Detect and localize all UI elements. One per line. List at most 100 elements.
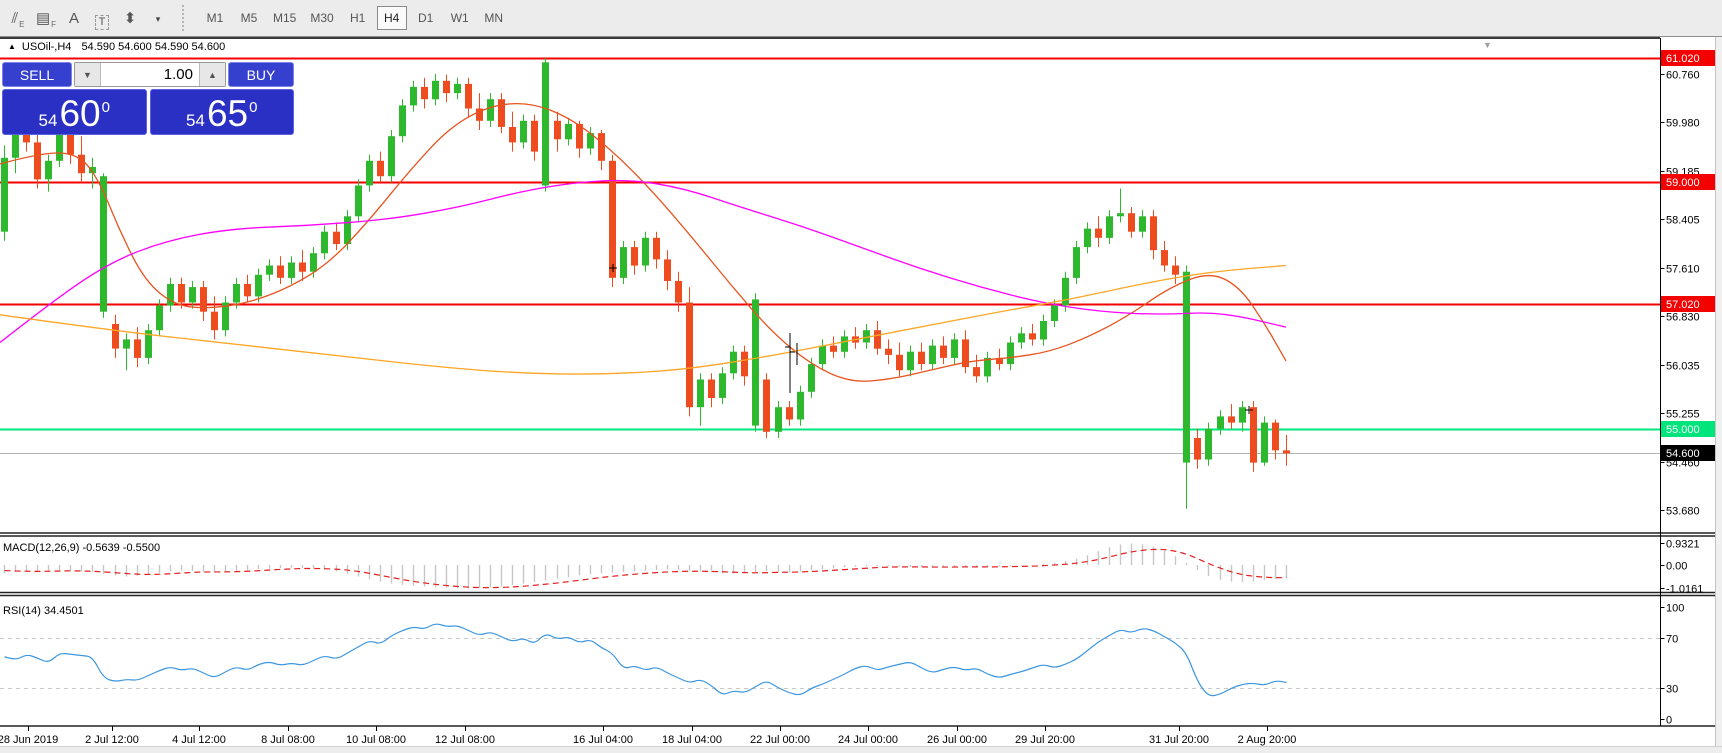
volume-decrease-button[interactable]: ▼: [75, 63, 101, 86]
arrows-dropdown-caret-icon[interactable]: ▾: [145, 6, 171, 30]
rsi-label: RSI(14) 34.4501: [3, 605, 84, 617]
candle: [1239, 401, 1246, 432]
collapse-triangle-icon[interactable]: ▲: [8, 42, 16, 51]
candle: [664, 250, 671, 290]
time-axis-label: 2 Aug 20:00: [1238, 734, 1297, 746]
candle-body: [786, 407, 793, 419]
candle: [1283, 435, 1290, 466]
fibonacci-tool-icon[interactable]: ▤F: [33, 6, 59, 30]
macd-tick-label: 0.9321: [1666, 539, 1700, 551]
candle-body: [1250, 407, 1257, 462]
candle-body: [752, 299, 759, 425]
candle: [962, 330, 969, 373]
buy-button[interactable]: BUY: [228, 62, 294, 87]
arrows-tool-icon: ⬍: [124, 8, 137, 30]
candle-body: [509, 127, 516, 142]
timeframe-button-m5[interactable]: M5: [234, 6, 264, 30]
trade-prices-row: 54 60 0 54 65 0: [2, 89, 294, 135]
candle: [1018, 327, 1025, 349]
ellipse-tool-icon[interactable]: ⫽E: [5, 6, 31, 30]
vertical-scrollbar[interactable]: [1715, 37, 1722, 746]
timeframe-button-mn[interactable]: MN: [479, 6, 509, 30]
candle-body: [277, 266, 284, 278]
candle-body: [642, 238, 649, 266]
timeframe-button-d1[interactable]: D1: [411, 6, 441, 30]
candle: [797, 386, 804, 426]
candle-body: [498, 99, 505, 127]
timeframe-button-h4[interactable]: H4: [377, 6, 407, 30]
price-level-badge-text: 59.000: [1666, 177, 1700, 189]
candle: [1095, 216, 1102, 247]
timeframe-button-m15[interactable]: M15: [268, 6, 301, 30]
candle: [929, 339, 936, 370]
timeframe-button-m30[interactable]: M30: [305, 6, 338, 30]
candle-body: [355, 186, 362, 217]
candle-body: [1283, 450, 1290, 453]
candle-body: [808, 364, 815, 392]
candle: [1217, 410, 1224, 435]
candle: [366, 155, 373, 192]
buy-price-prefix: 54: [186, 111, 205, 131]
candle: [432, 74, 439, 105]
sell-price-button[interactable]: 54 60 0: [2, 89, 147, 135]
candle: [1161, 241, 1168, 272]
macd-histogram: [5, 544, 1287, 589]
toolbar-separator[interactable]: [182, 5, 192, 31]
chart-annotations: [609, 264, 1253, 414]
time-axis-label: 8 Jul 08:00: [261, 734, 315, 746]
sell-price-pip: 0: [102, 101, 110, 115]
candle: [1029, 324, 1036, 346]
candle: [708, 373, 715, 407]
candle: [34, 127, 41, 189]
time-axis-label: 31 Jul 20:00: [1149, 734, 1209, 746]
candle: [565, 118, 572, 146]
candle: [1084, 222, 1091, 253]
macd-label: MACD(12,26,9) -0.5639 -0.5500: [3, 542, 160, 554]
candle: [200, 281, 207, 321]
candle-body: [344, 216, 351, 244]
arrows-tool-icon[interactable]: ⬍: [117, 6, 143, 30]
timeframe-button-h1[interactable]: H1: [343, 6, 373, 30]
candle-body: [1073, 247, 1080, 278]
fibonacci-tool-icon-sub: F: [51, 20, 56, 30]
candle: [498, 93, 505, 133]
buy-price-button[interactable]: 54 65 0: [150, 89, 295, 135]
volume-input[interactable]: [101, 63, 199, 86]
candle: [542, 58, 549, 192]
rsi-tick-label: 100: [1666, 603, 1684, 615]
candle: [321, 226, 328, 260]
text-label-tool-icon[interactable]: T: [89, 6, 115, 30]
text-tool-icon[interactable]: A: [61, 6, 87, 30]
candle-body: [388, 136, 395, 176]
candle: [1250, 401, 1257, 472]
timeframe-button-w1[interactable]: W1: [445, 6, 475, 30]
candle-body: [1261, 423, 1268, 463]
candle-body: [266, 266, 273, 275]
candle-body: [797, 392, 804, 420]
candle-body: [918, 352, 925, 364]
candle-body: [377, 161, 384, 176]
sell-button[interactable]: SELL: [2, 62, 72, 87]
candle: [112, 315, 119, 358]
time-axis-label: 22 Jul 00:00: [750, 734, 810, 746]
candle: [266, 259, 273, 281]
price-tick-label: 60.760: [1666, 70, 1700, 82]
rsi-line: [5, 624, 1287, 696]
candle-body: [1239, 407, 1246, 422]
candle-body: [1183, 272, 1190, 463]
price-tick-label: 58.405: [1666, 215, 1700, 227]
candle-body: [410, 87, 417, 106]
candle-body: [775, 407, 782, 432]
time-axis-label: 28 Jun 2019: [0, 734, 58, 746]
time-axis-label: 18 Jul 04:00: [662, 734, 722, 746]
candle-body: [465, 84, 472, 109]
candle-body: [34, 142, 41, 179]
candle: [830, 336, 837, 358]
candle-body: [399, 105, 406, 136]
candle: [454, 78, 461, 100]
candle: [1007, 336, 1014, 370]
chart-shift-marker-icon[interactable]: ▼: [1483, 40, 1492, 50]
volume-increase-button[interactable]: ▲: [199, 63, 225, 86]
candle: [509, 112, 516, 152]
timeframe-button-m1[interactable]: M1: [200, 6, 230, 30]
